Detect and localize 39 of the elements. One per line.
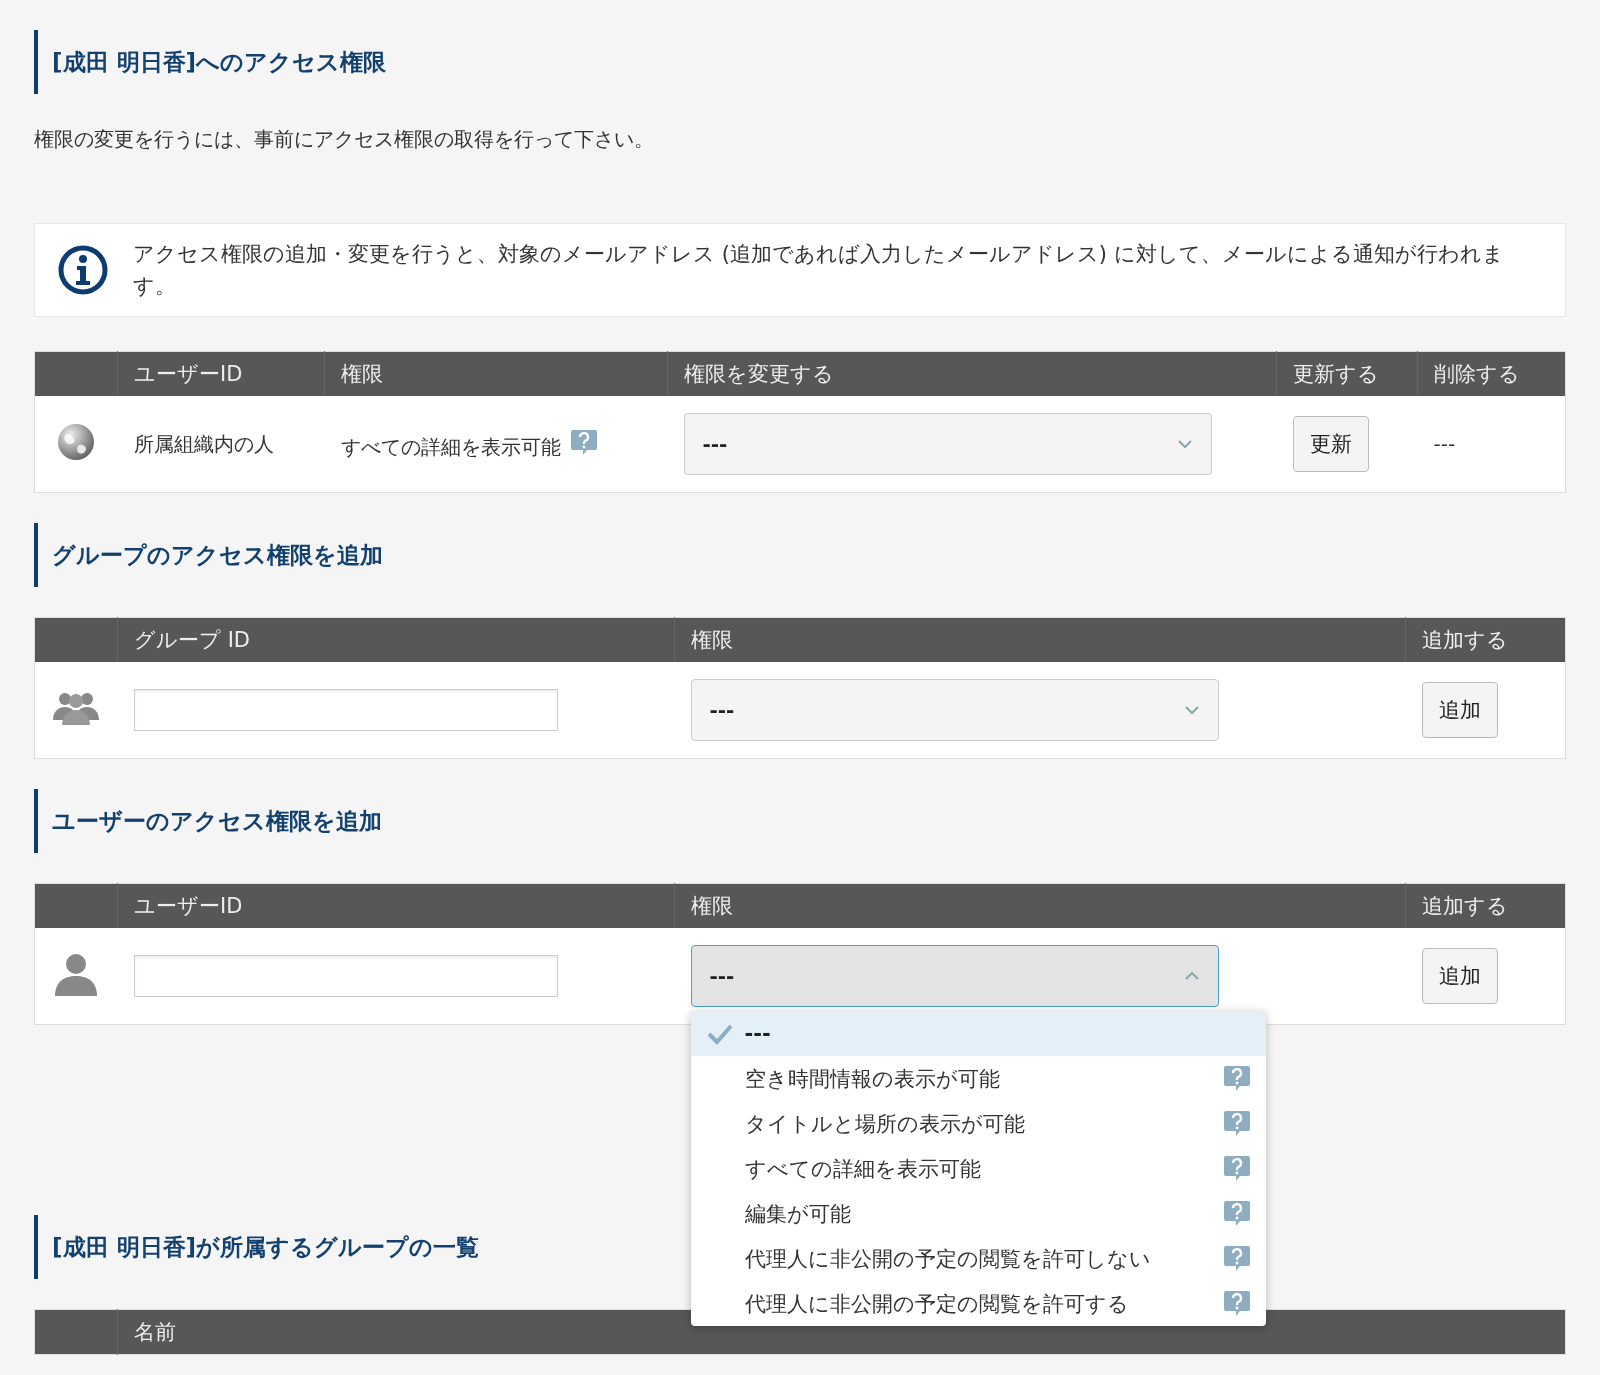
- update-button[interactable]: 更新: [1292, 416, 1369, 472]
- column-header: 更新する: [1276, 351, 1418, 396]
- table-cell: 所属組織内の人: [117, 396, 325, 493]
- dropdown-option[interactable]: ---: [690, 1011, 1266, 1056]
- table-cell: ---: [1417, 396, 1566, 493]
- info-text: アクセス権限の追加・変更を行うと、対象のメールアドレス (追加であれば入力したメールアドレス) に対して、メールによる通知が行われます。: [133, 241, 1505, 300]
- table-cell: すべての詳細を表示可能: [340, 434, 561, 459]
- column-header: 権限: [674, 617, 1406, 662]
- caret-down-icon: [1183, 705, 1200, 715]
- add-button[interactable]: 追加: [1421, 948, 1498, 1004]
- input-field[interactable]: [133, 955, 558, 997]
- column-header: ユーザーID: [117, 883, 675, 928]
- column-header: 削除する: [1417, 351, 1566, 396]
- dropdown-option[interactable]: すべての詳細を表示可能: [690, 1146, 1266, 1191]
- permission-select[interactable]: ---: [690, 945, 1219, 1007]
- section-heading: [成田 明日香]へのアクセス権限: [34, 30, 1566, 94]
- globe-icon: [57, 422, 96, 461]
- dropdown-option[interactable]: タイトルと場所の表示が可能: [690, 1101, 1266, 1146]
- column-header: 権限: [324, 351, 668, 396]
- add-button[interactable]: 追加: [1421, 682, 1498, 738]
- permission-select[interactable]: ---: [683, 413, 1212, 475]
- column-header: グループ ID: [117, 617, 675, 662]
- section-heading: グループのアクセス権限を追加: [34, 523, 1566, 587]
- dropdown-option[interactable]: 代理人に非公開の予定の閲覧を許可しない: [690, 1236, 1266, 1281]
- input-field[interactable]: [133, 689, 558, 731]
- check-icon: [706, 1022, 733, 1045]
- permission-select[interactable]: ---: [690, 679, 1219, 741]
- column-header: 権限: [674, 883, 1406, 928]
- caret-up-icon: [1183, 971, 1200, 981]
- dropdown-option[interactable]: 編集が可能: [690, 1191, 1266, 1236]
- info-icon: [57, 244, 109, 296]
- dropdown-option[interactable]: 空き時間情報の表示が可能: [690, 1056, 1266, 1101]
- caret-down-icon: [1176, 439, 1193, 449]
- section-heading: ユーザーのアクセス権限を追加: [34, 789, 1566, 853]
- column-header: ユーザーID: [117, 351, 325, 396]
- instruction-text: 権限の変更を行うには、事前にアクセス権限の取得を行って下さい。: [34, 126, 655, 153]
- column-header: 追加する: [1405, 617, 1566, 662]
- column-header: 権限を変更する: [667, 351, 1277, 396]
- column-header: 追加する: [1405, 883, 1566, 928]
